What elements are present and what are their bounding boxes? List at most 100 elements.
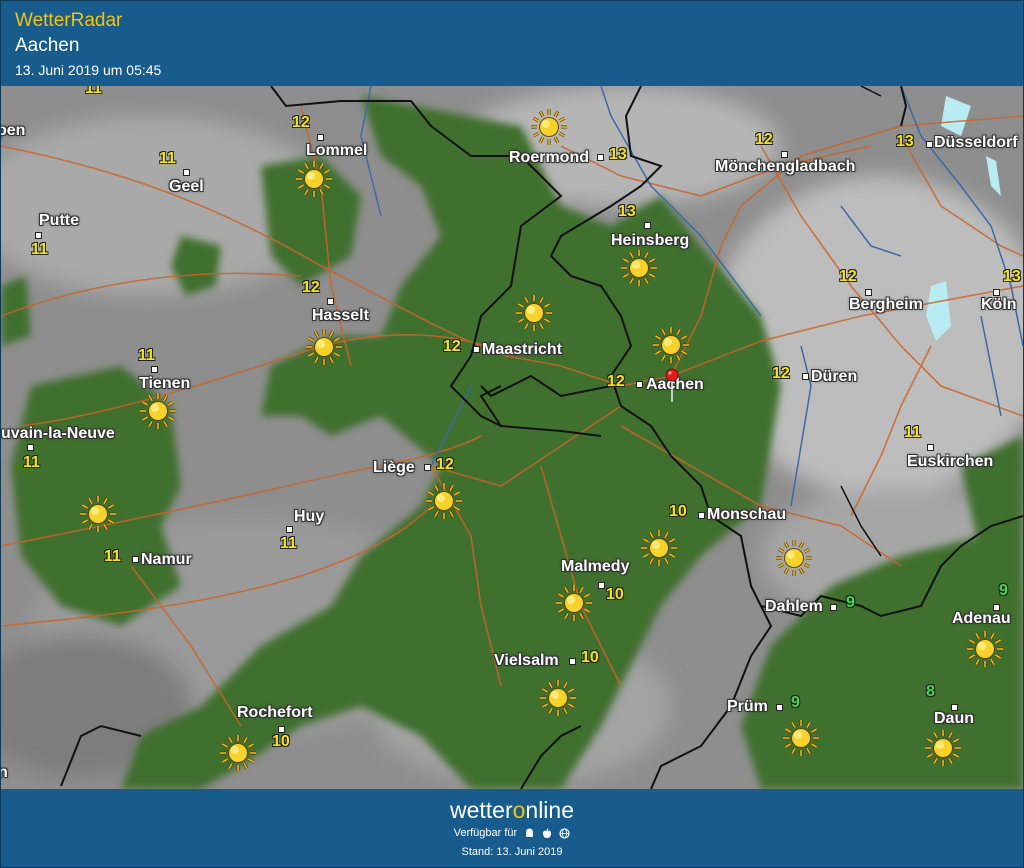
temperature-label: 8 (926, 683, 935, 700)
temperature-label: 9 (791, 694, 800, 711)
place-marker (286, 526, 293, 533)
sun-icon (540, 680, 576, 716)
temperature-label: 10 (606, 586, 624, 603)
sun-icon (426, 483, 462, 519)
app-window: WetterRadar Aachen 13. Juni 2019 um 05:4… (0, 0, 1024, 868)
place-marker (926, 141, 933, 148)
place-marker (776, 704, 783, 711)
temperature-label: 11 (138, 347, 155, 364)
place-marker (35, 232, 42, 239)
sun-icon (783, 720, 819, 756)
brand-suffix: nline (525, 797, 575, 823)
temperature-label: 12 (292, 114, 310, 131)
place-name: Prüm (727, 698, 768, 715)
header: WetterRadar Aachen 13. Juni 2019 um 05:4… (1, 1, 1023, 85)
sun-icon (306, 329, 342, 365)
app-title: WetterRadar (15, 10, 123, 31)
weather-map[interactable]: 12 Lommel 11 Geel Putte 11 Roermond 13 1… (1, 86, 1023, 789)
sun-icon (653, 327, 689, 363)
place-marker (644, 222, 651, 229)
footer: wetteronline Verfügbar für Stand: 13. Ju… (1, 789, 1023, 867)
place-name: Liège (373, 459, 415, 476)
place-name: Adenau (952, 610, 1011, 627)
place-name: Maastricht (482, 341, 563, 358)
place-marker (183, 169, 190, 176)
place-name: Monschau (707, 506, 787, 523)
place-name: Geel (169, 178, 204, 195)
place-marker (830, 604, 837, 611)
sun-icon (967, 631, 1003, 667)
temperature-label: 10 (581, 649, 599, 666)
apple-icon[interactable] (542, 827, 552, 839)
place-marker (993, 289, 1000, 296)
place-name: Hasselt (312, 307, 369, 324)
place-marker (327, 298, 334, 305)
place-name: Malmedy (561, 558, 630, 575)
place-marker (473, 346, 480, 353)
place-name: Roermond (509, 149, 589, 166)
sun-icon (556, 585, 592, 621)
web-icon[interactable] (559, 827, 570, 839)
temperature-label: 12 (755, 131, 773, 148)
place-marker (278, 726, 285, 733)
place-name: Euskirchen (907, 453, 994, 470)
place-marker (317, 134, 324, 141)
sun-icon (220, 735, 256, 771)
place-marker (424, 464, 431, 471)
place-marker (598, 582, 605, 589)
place-marker (781, 151, 788, 158)
place-name: Namur (141, 551, 192, 568)
place-marker (569, 658, 576, 665)
place-marker (132, 556, 139, 563)
place-marker (698, 512, 705, 519)
place-name: pen (1, 122, 26, 139)
android-icon[interactable] (524, 828, 535, 839)
temperature-label: 12 (607, 373, 625, 390)
brand-logo[interactable]: wetteronline (1, 797, 1023, 824)
temperature-label: 12 (772, 365, 790, 382)
map-base-layer (1, 86, 1023, 789)
temperature-label: 9 (846, 594, 855, 611)
temperature-label: 10 (272, 733, 290, 750)
place-name: Mönchengladbach (715, 158, 856, 175)
temperature-label: 13 (618, 203, 636, 220)
radar-timestamp: 13. Juni 2019 um 05:45 (15, 62, 162, 78)
temperature-label: 11 (159, 150, 176, 167)
place-name: Dahlem (765, 598, 823, 615)
place-marker (151, 366, 158, 373)
availability-line: Verfügbar für (1, 827, 1023, 839)
brand-prefix: wetter (449, 797, 513, 823)
brand-o: o (512, 797, 526, 823)
place-marker (927, 444, 934, 451)
temperature-label: 12 (443, 338, 461, 355)
place-name: Köln (981, 296, 1017, 313)
place-marker (27, 444, 34, 451)
sun-icon (80, 496, 116, 532)
sun-icon (296, 161, 332, 197)
temperature-label: 11 (23, 454, 40, 471)
place-name: Bergheim (849, 296, 923, 313)
sun-icon (140, 393, 176, 429)
place-name: uvain-la-Neuve (1, 425, 115, 442)
place-name: Putte (39, 212, 79, 229)
availability-text: Verfügbar für (453, 827, 518, 839)
location-pin-icon[interactable] (665, 368, 679, 404)
place-name: n (1, 764, 8, 781)
sun-icon (621, 250, 657, 286)
place-name: Huy (294, 508, 325, 525)
place-name: Rochefort (237, 704, 313, 721)
place-name: Düren (811, 368, 858, 385)
temperature-label: 12 (839, 268, 857, 285)
place-name: Düsseldorf (934, 134, 1018, 151)
data-stand-date: Stand: 13. Juni 2019 (461, 846, 563, 858)
temperature-label: 11 (280, 535, 297, 552)
sun-icon (531, 109, 567, 145)
temperature-label: 10 (669, 503, 687, 520)
temperature-label: 11 (104, 548, 121, 565)
temperature-label: 13 (896, 133, 914, 150)
place-marker (865, 289, 872, 296)
temperature-label: 11 (31, 241, 48, 258)
temperature-label: 12 (302, 279, 320, 296)
place-marker (597, 154, 604, 161)
place-name: Lommel (306, 142, 368, 159)
